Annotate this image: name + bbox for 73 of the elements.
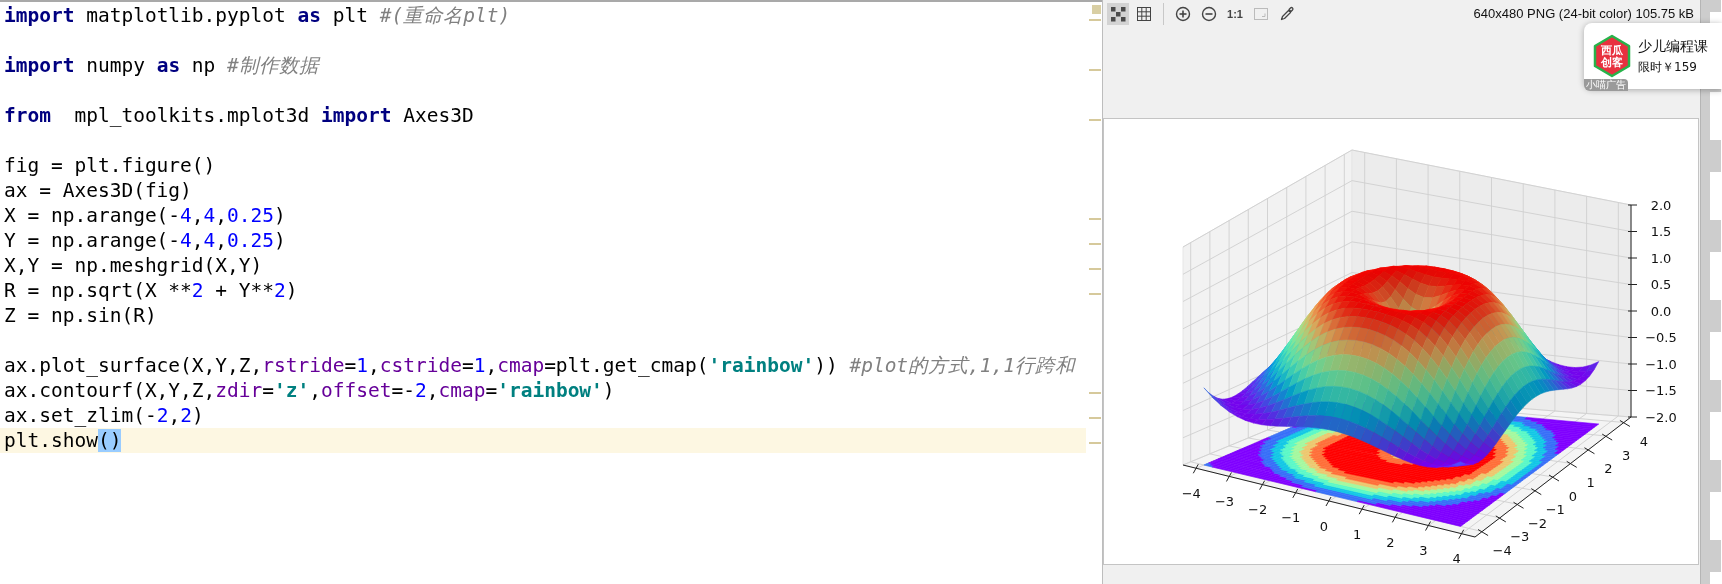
- tick-label: −2.0: [1645, 409, 1677, 425]
- tick-label: 2.0: [1650, 197, 1672, 213]
- error-stripe-mark: [1089, 268, 1101, 270]
- code-line: import matplotlib.pyplot as plt #(重命名plt): [3, 3, 512, 28]
- thumbnail-placeholder[interactable]: [1710, 492, 1721, 540]
- ad-popup[interactable]: 西瓜 创客 少儿编程课 限时￥159 小喵广告: [1584, 23, 1722, 89]
- checkerboard-button[interactable]: [1107, 3, 1129, 25]
- error-stripe-mark: [1089, 218, 1101, 220]
- status-indicator: [1092, 5, 1101, 14]
- zoom-out-icon: [1201, 6, 1217, 22]
- tick-label: 1: [1586, 474, 1595, 490]
- code-line: from mpl_toolkits.mplot3d import Axes3D: [3, 103, 475, 128]
- tick-label: 2: [1604, 461, 1613, 477]
- ad-price: 限时￥159: [1638, 60, 1698, 74]
- tick-label: −1: [1281, 510, 1301, 526]
- tick-label: 3: [1419, 543, 1428, 558]
- code-line: ax.contourf(X,Y,Z,zdir='z',offset=-2,cmap='rainbow'): [3, 378, 616, 403]
- code-line: X = np.arange(-4,4,0.25): [3, 203, 287, 228]
- grid-icon: [1136, 6, 1152, 22]
- code-line: Z = np.sin(R): [3, 303, 158, 328]
- actual-size-button[interactable]: 1:1: [1224, 3, 1246, 25]
- code-line: X,Y = np.meshgrid(X,Y): [3, 253, 264, 278]
- tick-label: 1.5: [1650, 224, 1672, 239]
- tick-label: −4: [1492, 543, 1512, 558]
- tick-label: 1.0: [1650, 250, 1672, 266]
- tick-label: −0.5: [1645, 330, 1677, 345]
- fit-to-window-icon: [1253, 6, 1269, 22]
- thumbnail-placeholder[interactable]: [1710, 92, 1721, 140]
- ad-title: 少儿编程课: [1638, 38, 1708, 54]
- tick-label: −1.0: [1645, 356, 1677, 372]
- code-line: ax.set_zlim(-2,2): [3, 403, 205, 428]
- logo-text: 西瓜: [1601, 44, 1623, 57]
- tick-label: −2: [1527, 515, 1548, 531]
- checkerboard-icon: [1110, 6, 1126, 22]
- thumbnail-placeholder[interactable]: [1710, 332, 1721, 380]
- code-line: R = np.sqrt(X **2 + Y**2): [3, 278, 299, 303]
- tick-label: −2: [1248, 502, 1268, 518]
- tick-label: 4: [1452, 551, 1461, 564]
- tick-label: −1: [1545, 502, 1565, 518]
- tick-label: 2: [1386, 534, 1395, 550]
- tick-label: −1.5: [1645, 383, 1677, 398]
- error-stripe-mark: [1089, 243, 1101, 245]
- error-stripe-mark: [1089, 442, 1101, 444]
- tick-label: 0.5: [1650, 277, 1672, 292]
- zoom-in-icon: [1175, 6, 1191, 22]
- code-line: Y = np.arange(-4,4,0.25): [3, 228, 287, 253]
- code-line: fig = plt.figure(): [3, 153, 217, 178]
- tick-label: 0: [1319, 518, 1329, 534]
- eyedropper-icon: [1279, 6, 1295, 22]
- thumbnail-placeholder[interactable]: [1710, 172, 1721, 220]
- tick-label: −3: [1214, 494, 1235, 509]
- hexagon-logo-icon: [1593, 34, 1631, 78]
- thumbnail-placeholder[interactable]: [1710, 252, 1721, 300]
- error-stripe-mark: [1089, 293, 1101, 295]
- tick-label: 0.0: [1650, 303, 1672, 319]
- ad-label: 小喵广告: [1584, 79, 1628, 91]
- error-stripe-mark: [1089, 392, 1101, 394]
- error-stripe-mark: [1089, 69, 1101, 71]
- tick-label: 4: [1639, 434, 1649, 449]
- logo-text: 创客: [1601, 56, 1623, 69]
- tick-label: 3: [1622, 447, 1631, 463]
- error-stripe-mark: [1089, 119, 1101, 121]
- tick-label: 1: [1353, 526, 1362, 542]
- code-line: import numpy as np #制作数据: [3, 53, 322, 78]
- tick-label: 0: [1568, 488, 1578, 504]
- error-stripe-mark: [1089, 19, 1101, 21]
- image-info-text: 640x480 PNG (24-bit color) 105.75 kB: [1473, 5, 1694, 24]
- tick-label: −3: [1510, 529, 1530, 545]
- tick-label: −4: [1181, 485, 1201, 501]
- error-stripe-mark: [1089, 417, 1101, 419]
- thumbnail-placeholder[interactable]: [1710, 412, 1721, 460]
- code-line: ax.plot_surface(X,Y,Z,rstride=1,cstride=1,cmap=plt.get_cmap('rainbow')) #plot的方式,1,1行跨和: [3, 353, 1077, 378]
- code-line: ax = Axes3D(fig): [3, 178, 193, 203]
